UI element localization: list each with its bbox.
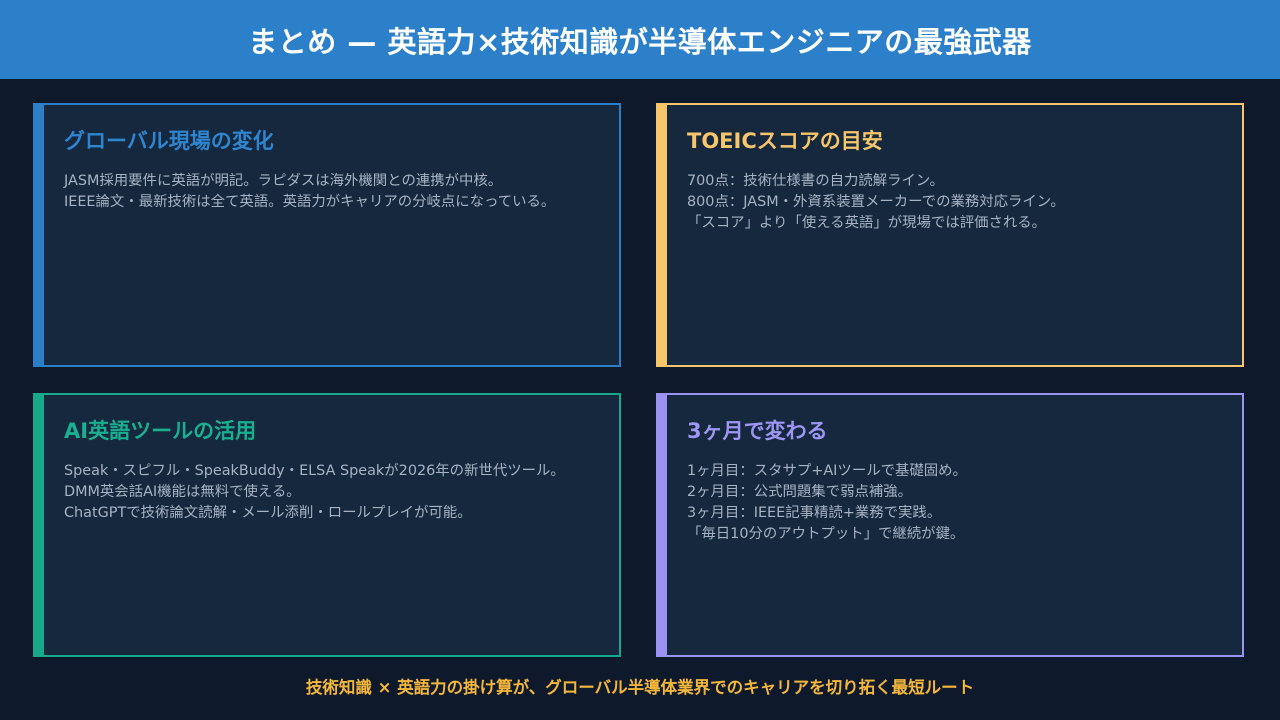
card-body-line: 2ヶ月目：公式問題集で弱点補強。 [687,484,913,500]
card-body-line: ChatGPTで技術論文読解・メール添削・ロールプレイが可能。 [64,505,472,521]
card-title: 3ヶ月で変わる [687,419,828,443]
slide-title: まとめ — 英語力×技術知識が半導体エンジニアの最強武器 [248,24,1032,59]
card-body-line: 「毎日10分のアウトプット」で継続が鍵。 [687,526,965,542]
card-body-line: DMM英会話AI機能は無料で使える。 [64,484,301,500]
card-body-line: 800点：JASM・外資系装置メーカーでの業務対応ライン。 [687,194,1065,210]
card-body-line: 「スコア」より「使える英語」が現場では評価される。 [687,215,1047,231]
card-body: Speak・スピフル・SpeakBuddy・ELSA Speakが2026年の新… [64,461,607,524]
card-ai-tools: AI英語ツールの活用 Speak・スピフル・SpeakBuddy・ELSA Sp… [33,393,621,657]
card-body: JASM採用要件に英語が明記。ラピダスは海外機関との連携が中核。 IEEE論文・… [64,171,607,213]
card-body-line: 3ヶ月目：IEEE記事精読+業務で実践。 [687,505,942,521]
card-body: 700点：技術仕様書の自力読解ライン。 800点：JASM・外資系装置メーカーで… [687,171,1230,234]
card-body-line: 700点：技術仕様書の自力読解ライン。 [687,173,944,189]
card-toeic-score: TOEICスコアの目安 700点：技術仕様書の自力読解ライン。 800点：JAS… [656,103,1244,367]
title-bar: まとめ — 英語力×技術知識が半導体エンジニアの最強武器 [0,0,1280,79]
card-body: 1ヶ月目：スタサプ+AIツールで基礎固め。 2ヶ月目：公式問題集で弱点補強。 3… [687,461,1230,545]
card-title: TOEICスコアの目安 [687,129,883,153]
card-three-months: 3ヶ月で変わる 1ヶ月目：スタサプ+AIツールで基礎固め。 2ヶ月目：公式問題集… [656,393,1244,657]
card-global-change: グローバル現場の変化 JASM採用要件に英語が明記。ラピダスは海外機関との連携が… [33,103,621,367]
card-body-line: Speak・スピフル・SpeakBuddy・ELSA Speakが2026年の新… [64,463,565,479]
footer-text: 技術知識 × 英語力の掛け算が、グローバル半導体業界でのキャリアを切り拓く最短ル… [305,678,975,697]
card-title: グローバル現場の変化 [64,129,274,153]
footer: 技術知識 × 英語力の掛け算が、グローバル半導体業界でのキャリアを切り拓く最短ル… [0,672,1280,700]
card-body-line: JASM採用要件に英語が明記。ラピダスは海外機関との連携が中核。 [64,173,503,189]
card-body-line: 1ヶ月目：スタサプ+AIツールで基礎固め。 [687,463,967,479]
card-body-line: IEEE論文・最新技術は全て英語。英語力がキャリアの分岐点になっている。 [64,194,556,210]
slide: まとめ — 英語力×技術知識が半導体エンジニアの最強武器 グローバル現場の変化 … [0,0,1280,720]
card-title: AI英語ツールの活用 [64,419,257,443]
